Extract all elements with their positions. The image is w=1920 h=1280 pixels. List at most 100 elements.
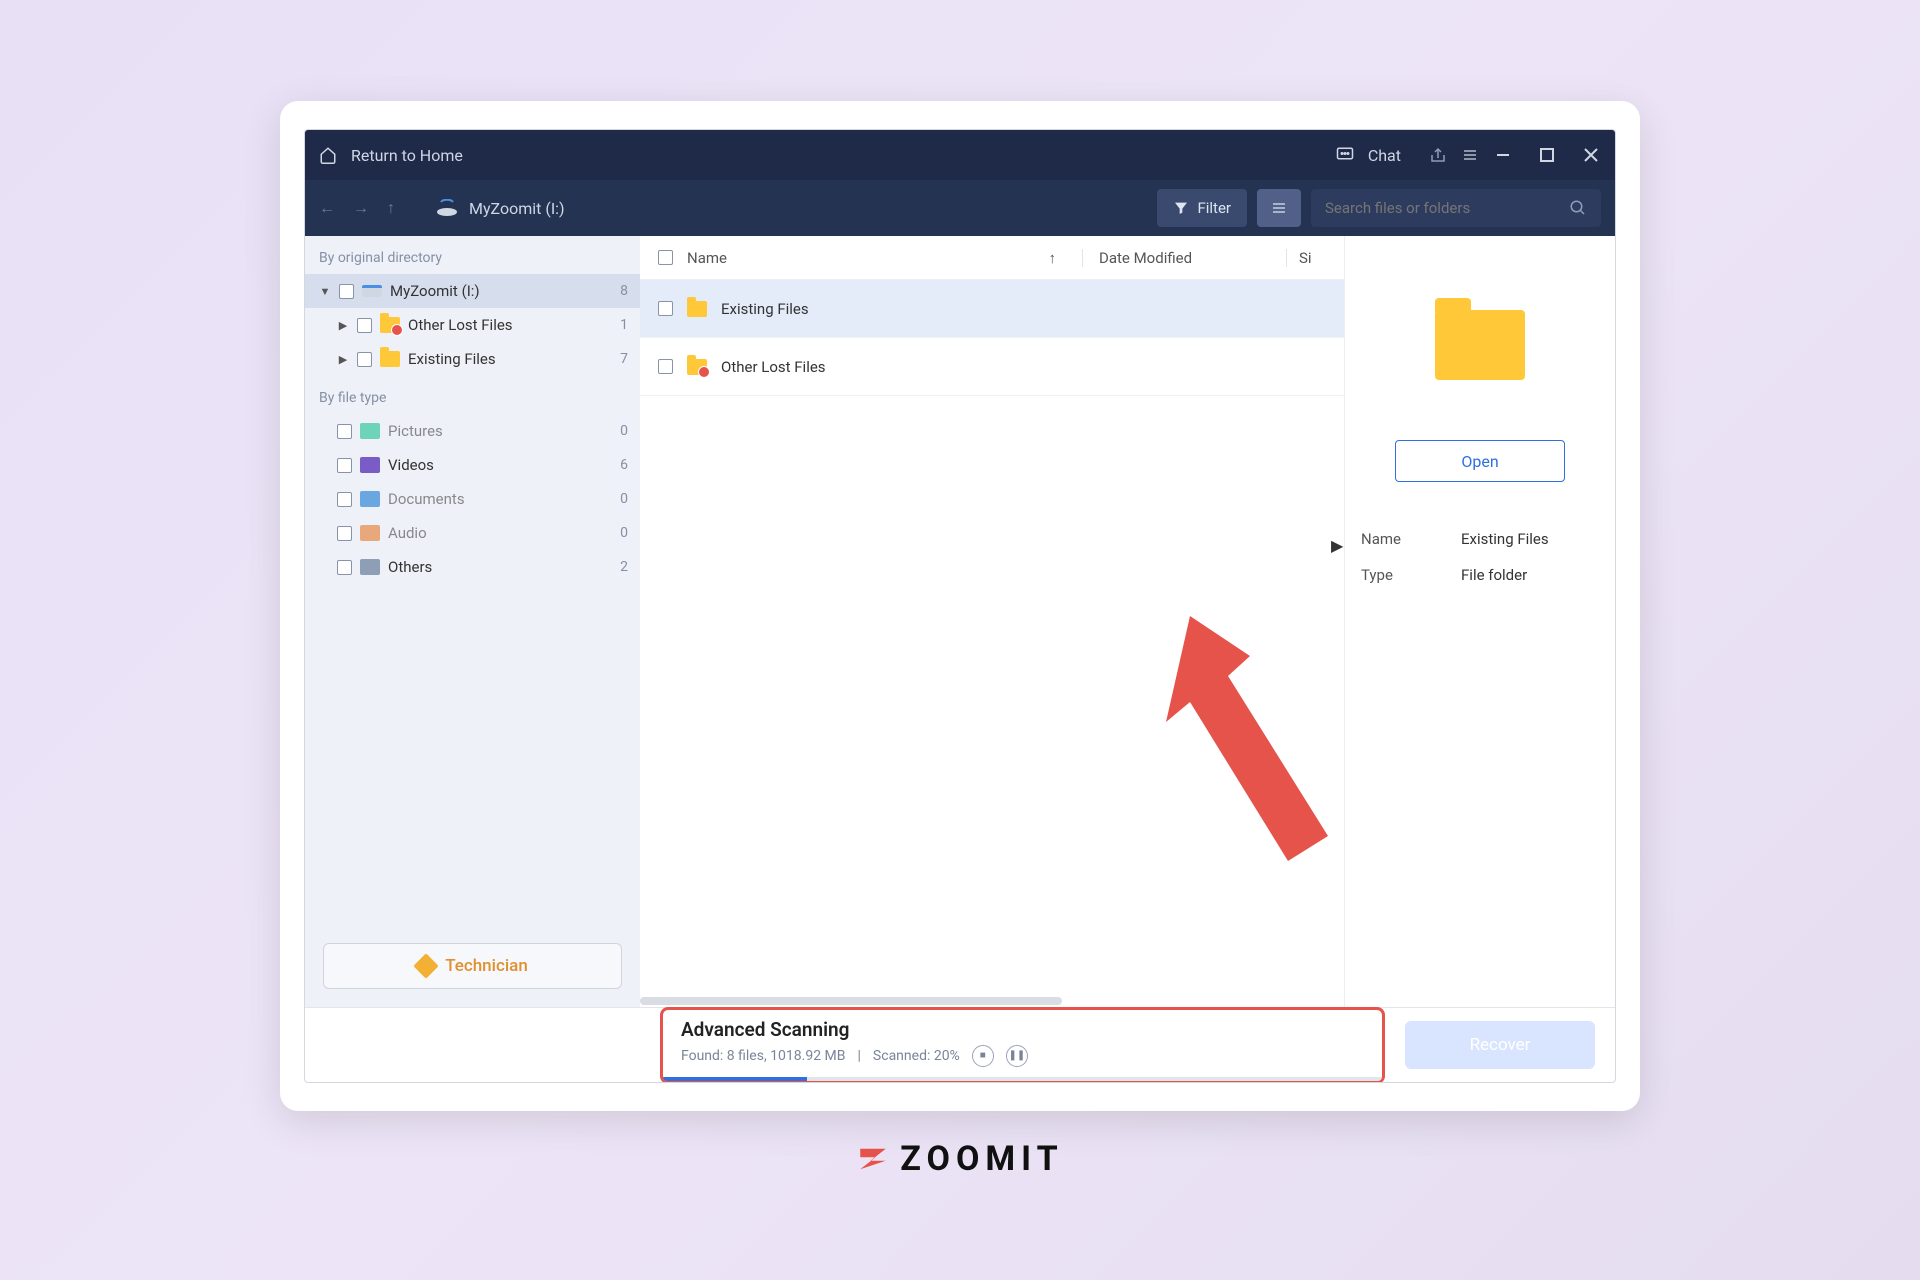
- filetype-item[interactable]: Documents 0: [305, 482, 640, 516]
- drive-label: MyZoomit (I:): [469, 199, 565, 218]
- diamond-icon: [413, 953, 438, 978]
- filetype-icon: [360, 457, 380, 473]
- recover-button[interactable]: Recover: [1405, 1021, 1595, 1069]
- scan-found-text: Found: 8 files, 1018.92 MB: [681, 1048, 846, 1064]
- chevron-icon[interactable]: ▶: [337, 353, 349, 366]
- filetype-label: Pictures: [388, 422, 443, 440]
- tree-item[interactable]: ▶ Existing Files 7: [305, 342, 640, 376]
- chat-icon[interactable]: [1336, 146, 1354, 164]
- filetype-count: 0: [620, 525, 628, 541]
- detail-panel: ▶ Open NameExisting Files TypeFile folde…: [1345, 236, 1615, 1007]
- file-row[interactable]: Other Lost Files: [640, 338, 1344, 396]
- nav-forward-icon[interactable]: →: [353, 198, 369, 218]
- sidebar-section-directory: By original directory: [305, 236, 640, 274]
- scan-percent-text: Scanned: 20%: [873, 1048, 960, 1064]
- zoomit-logo-icon: [856, 1142, 890, 1176]
- chevron-icon[interactable]: ▼: [319, 285, 331, 298]
- filetype-count: 0: [620, 423, 628, 439]
- column-size[interactable]: Si: [1286, 249, 1326, 267]
- drive-icon: [362, 285, 382, 297]
- tree-label: MyZoomit (I:): [390, 282, 480, 300]
- filetype-count: 2: [620, 559, 628, 575]
- tree-item[interactable]: ▼ MyZoomit (I:) 8: [305, 274, 640, 308]
- watermark-text: ZOOMIT: [900, 1139, 1063, 1179]
- breadcrumb-drive[interactable]: MyZoomit (I:): [435, 199, 565, 218]
- horizontal-scrollbar[interactable]: [640, 997, 1344, 1007]
- pause-scan-button[interactable]: ❚❚: [1006, 1045, 1028, 1067]
- stop-scan-button[interactable]: ■: [972, 1045, 994, 1067]
- chevron-icon[interactable]: ▶: [337, 319, 349, 332]
- collapse-handle-icon[interactable]: ▶: [1331, 536, 1343, 555]
- row-checkbox[interactable]: [658, 301, 673, 316]
- hamburger-icon[interactable]: [1461, 146, 1479, 164]
- file-row[interactable]: Existing Files: [640, 280, 1344, 338]
- zoomit-watermark: ZOOMIT: [856, 1139, 1063, 1179]
- select-all-checkbox[interactable]: [658, 250, 673, 265]
- drive-icon: [435, 199, 459, 217]
- nav-up-icon[interactable]: ↑: [387, 198, 395, 218]
- filetype-icon: [360, 525, 380, 541]
- search-input-wrapper[interactable]: [1311, 189, 1601, 227]
- filetype-checkbox[interactable]: [337, 560, 352, 575]
- annotation-arrow-icon: [1140, 606, 1360, 866]
- filetype-item[interactable]: Pictures 0: [305, 414, 640, 448]
- footer: Advanced Scanning Found: 8 files, 1018.9…: [305, 1007, 1615, 1082]
- filetype-label: Videos: [388, 456, 434, 474]
- filetype-checkbox[interactable]: [337, 492, 352, 507]
- file-list: Name ↑ Date Modified Si Existing Files Ot…: [640, 236, 1345, 1007]
- open-button[interactable]: Open: [1395, 440, 1565, 482]
- row-label: Existing Files: [721, 300, 809, 318]
- minimize-button[interactable]: [1493, 145, 1513, 165]
- filetype-icon: [360, 423, 380, 439]
- filetype-label: Audio: [388, 524, 427, 542]
- filetype-icon: [360, 559, 380, 575]
- filetype-count: 0: [620, 491, 628, 507]
- view-menu-button[interactable]: [1257, 189, 1301, 227]
- nav-back-icon[interactable]: ←: [319, 198, 335, 218]
- search-input[interactable]: [1325, 199, 1569, 217]
- sidebar-section-filetype: By file type: [305, 376, 640, 414]
- filetype-label: Documents: [388, 490, 465, 508]
- filetype-item[interactable]: Others2: [305, 550, 640, 584]
- scan-title: Advanced Scanning: [681, 1018, 1364, 1041]
- maximize-button[interactable]: [1537, 145, 1557, 165]
- column-name[interactable]: Name: [687, 249, 727, 267]
- filetype-checkbox[interactable]: [337, 424, 352, 439]
- technician-button[interactable]: Technician: [323, 943, 622, 989]
- column-date[interactable]: Date Modified: [1082, 249, 1272, 267]
- tree-item[interactable]: ▶Other Lost Files1: [305, 308, 640, 342]
- scan-status-box: Advanced Scanning Found: 8 files, 1018.9…: [660, 1007, 1385, 1084]
- return-home-link[interactable]: Return to Home: [351, 146, 463, 165]
- titlebar: Return to Home Chat: [305, 130, 1615, 180]
- folder-lost-icon: [687, 359, 707, 375]
- filetype-checkbox[interactable]: [337, 526, 352, 541]
- search-icon[interactable]: [1569, 199, 1587, 217]
- row-checkbox[interactable]: [658, 359, 673, 374]
- filetype-item[interactable]: Audio 0: [305, 516, 640, 550]
- filetype-checkbox[interactable]: [337, 458, 352, 473]
- detail-name-val: Existing Files: [1461, 530, 1549, 548]
- chat-label[interactable]: Chat: [1368, 146, 1401, 165]
- detail-type-val: File folder: [1461, 566, 1527, 584]
- filter-icon: [1173, 200, 1189, 216]
- row-label: Other Lost Files: [721, 358, 826, 376]
- share-icon[interactable]: [1429, 146, 1447, 164]
- tree-count: 7: [620, 351, 628, 367]
- technician-label: Technician: [445, 956, 528, 976]
- home-icon[interactable]: [319, 146, 337, 164]
- filetype-item[interactable]: Videos 6: [305, 448, 640, 482]
- folder-icon: [687, 301, 707, 317]
- tree-checkbox[interactable]: [339, 284, 354, 299]
- close-button[interactable]: [1581, 145, 1601, 165]
- scan-progress-bar: [663, 1077, 1382, 1081]
- tree-checkbox[interactable]: [357, 352, 372, 367]
- folder-preview-icon: [1435, 310, 1525, 380]
- tree-count: 1: [620, 317, 628, 333]
- list-view-icon: [1269, 200, 1289, 216]
- tree-label: Existing Files: [408, 350, 496, 368]
- filter-button[interactable]: Filter: [1157, 189, 1247, 227]
- filetype-count: 6: [620, 457, 628, 473]
- tree-checkbox[interactable]: [357, 318, 372, 333]
- tree-count: 8: [620, 283, 628, 299]
- sort-asc-icon[interactable]: ↑: [1049, 249, 1057, 267]
